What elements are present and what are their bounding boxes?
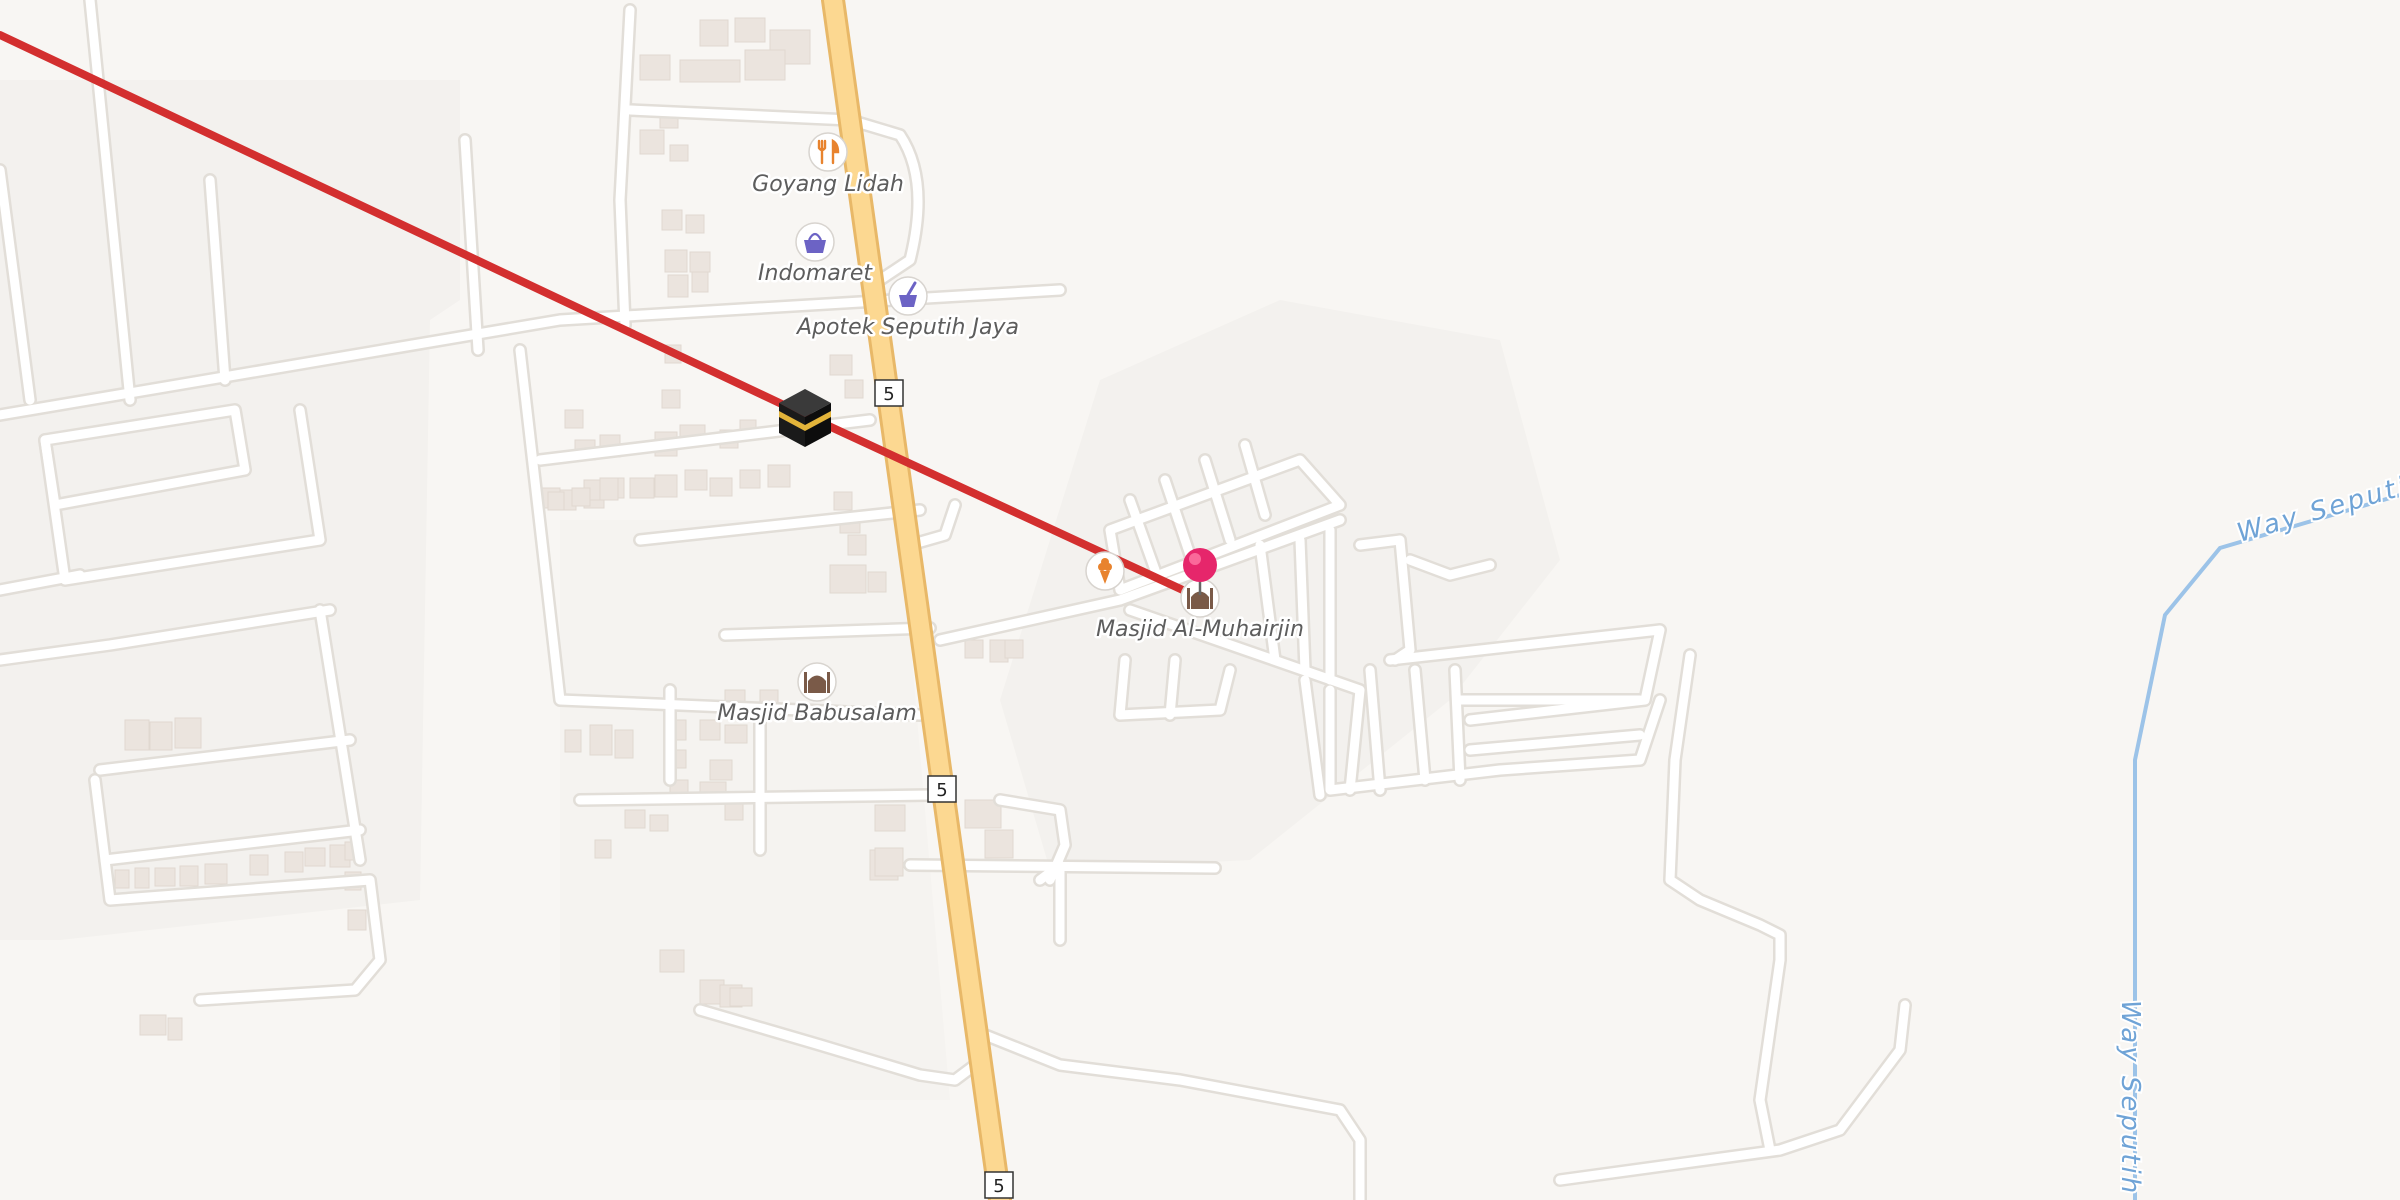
poi-label: Apotek Seputih Jaya bbox=[795, 315, 1019, 340]
poi-ice-cream[interactable] bbox=[1085, 551, 1125, 591]
shopping-basket-icon bbox=[795, 222, 835, 262]
poi-label: Goyang Lidah bbox=[752, 172, 904, 197]
kaaba-icon[interactable] bbox=[779, 389, 831, 447]
map-canvas[interactable]: 5 5 5 Goyang Lidah Indomaret Apotek Sepu… bbox=[0, 0, 2400, 1200]
ice-cream-icon bbox=[1085, 551, 1125, 591]
svg-text:5: 5 bbox=[993, 1176, 1004, 1197]
restaurant-icon bbox=[808, 132, 848, 172]
river-label: Way Seputih bbox=[2115, 1000, 2145, 1196]
pharmacy-icon bbox=[888, 276, 928, 316]
mosque-icon bbox=[797, 662, 837, 702]
poi-label: Indomaret bbox=[758, 261, 873, 286]
poi-label: Masjid Al-Muhairjin bbox=[1096, 617, 1304, 642]
river-way-seputih bbox=[2133, 493, 2400, 1200]
svg-text:5: 5 bbox=[936, 780, 947, 801]
river-label: Way Seputih bbox=[2234, 466, 2400, 549]
map-layer[interactable]: 5 5 5 Goyang Lidah Indomaret Apotek Sepu… bbox=[0, 0, 2400, 1200]
svg-text:5: 5 bbox=[883, 384, 894, 405]
road-shield: 5 bbox=[984, 1171, 1014, 1199]
road-shield: 5 bbox=[927, 775, 957, 803]
road-shield: 5 bbox=[874, 379, 904, 407]
poi-label: Masjid Babusalam bbox=[717, 701, 917, 726]
poi-goyang-lidah[interactable]: Goyang Lidah bbox=[750, 132, 906, 200]
